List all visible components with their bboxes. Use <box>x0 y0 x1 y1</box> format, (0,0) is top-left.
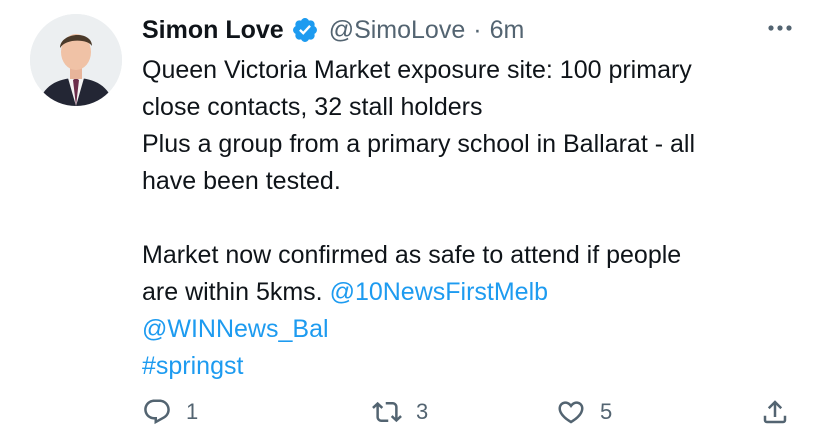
reply-count: 1 <box>186 399 199 424</box>
retweet-icon <box>372 397 402 427</box>
like-count: 5 <box>600 399 613 424</box>
tweet-line: #springst <box>142 348 802 385</box>
verified-badge-icon <box>291 16 319 44</box>
tweet-timestamp[interactable]: 6m <box>490 16 525 45</box>
hashtag-link[interactable]: #springst <box>142 352 243 380</box>
display-name[interactable]: Simon Love <box>142 16 284 45</box>
tweet-line: close contacts, 32 stall holders <box>142 93 483 121</box>
tweet-line: have been tested. <box>142 167 341 195</box>
tweet-line: are within 5kms. @10NewsFirstMelb <box>142 274 802 311</box>
tweet-line: Plus a group from a primary school in Ba… <box>142 130 696 158</box>
retweet-button[interactable]: 3 <box>372 392 428 432</box>
retweet-count: 3 <box>416 399 429 424</box>
heart-icon <box>556 397 586 427</box>
tweet-text: Queen Victoria Market exposure site: 100… <box>142 52 802 385</box>
more-icon[interactable] <box>764 18 796 38</box>
tweet-line: Market now confirmed as safe to attend i… <box>142 241 682 269</box>
share-button[interactable] <box>760 392 790 432</box>
share-icon <box>760 397 790 427</box>
mention-link[interactable]: @WINNews_Bal <box>142 315 329 343</box>
header-separator: · <box>473 15 482 44</box>
reply-button[interactable]: 1 <box>142 392 198 432</box>
reply-icon <box>142 397 172 427</box>
tweet-line-text: are within 5kms. <box>142 278 330 306</box>
tweet-header: Simon Love @SimoLove · 6m <box>142 12 524 48</box>
avatar[interactable] <box>30 14 122 106</box>
like-button[interactable]: 5 <box>556 392 612 432</box>
author-handle[interactable]: @SimoLove <box>329 16 466 45</box>
tweet[interactable]: Simon Love @SimoLove · 6m Queen Victoria… <box>0 0 828 446</box>
tweet-line: @WINNews_Bal <box>142 311 802 348</box>
avatar-photo-icon <box>30 14 122 106</box>
tweet-actions: 1 3 5 <box>142 392 802 432</box>
mention-link[interactable]: @10NewsFirstMelb <box>330 278 548 306</box>
tweet-line: Queen Victoria Market exposure site: 100… <box>142 56 692 84</box>
